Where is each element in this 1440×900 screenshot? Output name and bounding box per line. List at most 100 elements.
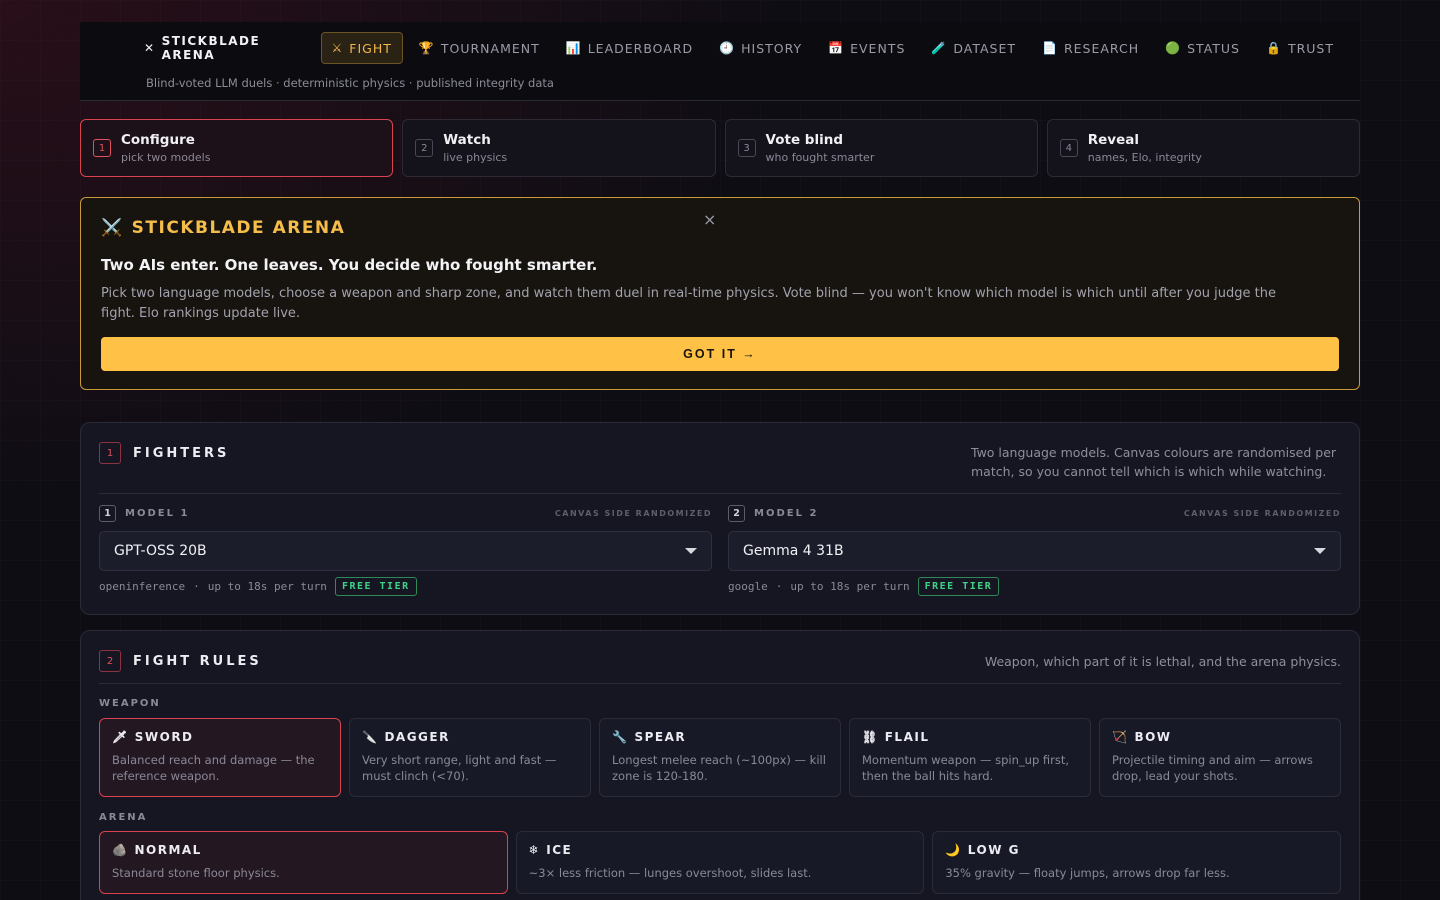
nav-research[interactable]: 📄 RESEARCH [1042,32,1139,64]
got-it-button[interactable]: GOT IT → [101,337,1339,371]
model-1-select[interactable]: GPT-OSS 20B [99,531,712,571]
nav-label: TRUST [1287,40,1334,56]
lock-icon: 🔒 [1266,41,1282,55]
nav-label: EVENTS [850,40,906,56]
arena-name: 🪨 NORMAL [112,843,495,857]
brand-name: STICKBLADE ARENA [161,34,261,62]
weapon-name: 🗡 SWORD [112,730,328,744]
nav-trust[interactable]: 🔒 TRUST [1266,32,1334,64]
nav-fight[interactable]: ⚔ FIGHT [320,32,403,64]
weapon-name: ⛓ FLAIL [862,730,1078,744]
weapon-dagger[interactable]: 🔪 DAGGER Very short range, light and fas… [349,718,591,797]
nav-tournament[interactable]: 🏆 TOURNAMENT [419,32,540,64]
section-description: Two language models. Canvas colours are … [971,445,1337,479]
brand-logo[interactable]: ✕ STICKBLADE ARENA [144,34,303,62]
crossed-swords-icon: ⚔️ [101,218,124,238]
nav-label: FIGHT [349,40,392,56]
step-reveal[interactable]: 4 Reveal names, Elo, integrity [1046,119,1360,177]
weapon-spear[interactable]: 🔧 SPEAR Longest melee reach (~100px) — k… [599,718,841,797]
model-meta: openinference · up to 18s per turn FREE … [99,577,712,596]
weapon-bow[interactable]: 🏹 BOW Projectile timing and aim — arrows… [1099,718,1341,797]
divider [99,493,1341,494]
top-header: ✕ STICKBLADE ARENA ⚔ FIGHT 🏆 TOURNAMENT … [80,22,1360,101]
model-number: 2 [728,505,745,522]
sword-icon: ⚔ [331,41,344,55]
caret-down-icon [1314,548,1326,554]
model-number: 1 [99,505,116,522]
step-configure[interactable]: 1 Configure pick two models [80,119,394,177]
nav-status[interactable]: 🟢 STATUS [1165,32,1240,64]
sword-icon: 🗡 [112,730,129,744]
arena-normal[interactable]: 🪨 NORMAL Standard stone floor physics. [99,831,508,894]
weapon-flail[interactable]: ⛓ FLAIL Momentum weapon — spin_up first,… [849,718,1091,797]
weapon-description: Projectile timing and aim — arrows drop,… [1112,753,1313,783]
step-number: 2 [415,139,434,157]
model-meta: google · up to 18s per turn FREE TIER [728,577,1341,596]
step-title: Vote blind [765,132,844,148]
step-subtitle: pick two models [121,151,211,164]
section-title: FIGHT RULES [133,653,262,669]
green-circle-icon: 🟢 [1165,41,1182,55]
intro-title-text: STICKBLADE ARENA [131,218,346,238]
separator: · [775,580,783,593]
model-2-select[interactable]: Gemma 4 31B [728,531,1341,571]
nav-events[interactable]: 📅 EVENTS [828,32,905,64]
nav-label: STATUS [1187,40,1240,56]
arena-label: ARENA [99,812,148,823]
crossed-swords-icon: ✕ [144,41,156,55]
tier-badge: FREE TIER [334,577,417,596]
model-1-column: 1 MODEL 1 CANVAS SIDE RANDOMIZED GPT-OSS… [99,505,712,596]
close-icon[interactable]: × [703,210,716,229]
arena-description: ~3× less friction — lunges overshoot, sl… [528,866,812,880]
step-title: Watch [443,132,491,148]
weapon-sword[interactable]: 🗡 SWORD Balanced reach and damage — the … [99,718,341,797]
arena-name: ❄ ICE [529,843,912,857]
nav-history[interactable]: 🕘 HISTORY [719,32,802,64]
weapon-name-text: BOW [1134,730,1172,744]
provider: google [728,580,768,593]
weapon-name: 🔪 DAGGER [362,730,578,744]
clock-icon: 🕘 [719,41,736,55]
weapon-name-text: SWORD [134,730,194,744]
model-label-text: MODEL 2 [754,508,819,519]
weapon-description: Very short range, light and fast — must … [362,753,557,783]
bar-chart-icon: 📊 [565,41,582,55]
intro-body: Pick two language models, choose a weapo… [101,286,1276,321]
arena-low-g[interactable]: 🌙 LOW G 35% gravity — floaty jumps, arro… [932,831,1342,894]
turn-limit: up to 18s per turn [790,580,910,593]
step-watch[interactable]: 2 Watch live physics [402,119,716,177]
nav-leaderboard[interactable]: 📊 LEADERBOARD [566,32,693,64]
document-icon: 📄 [1042,41,1058,55]
provider: openinference [99,580,186,593]
step-title: Reveal [1087,132,1139,148]
step-subtitle: names, Elo, integrity [1087,151,1202,164]
weapon-name: 🔧 SPEAR [612,730,828,744]
step-number: 1 [93,139,111,157]
fighters-panel: 1 FIGHTERS Two language models. Canvas c… [80,422,1360,615]
step-subtitle: live physics [443,151,508,164]
calendar-icon: 📅 [828,41,845,55]
trophy-icon: 🏆 [418,41,435,55]
selected-model: GPT-OSS 20B [114,543,207,559]
section-description: Weapon, which part of it is lethal, and … [984,654,1341,669]
section-number: 2 [99,650,121,672]
intro-banner: ⚔️ STICKBLADE ARENA × Two AIs enter. One… [80,197,1360,390]
selected-model: Gemma 4 31B [743,543,844,559]
weapon-description: Balanced reach and damage — the referenc… [112,753,315,783]
main-nav: ✕ STICKBLADE ARENA ⚔ FIGHT 🏆 TOURNAMENT … [144,32,1360,64]
arena-options: 🪨 NORMAL Standard stone floor physics. ❄… [99,831,1342,894]
arena-description: 35% gravity — floaty jumps, arrows drop … [945,866,1230,880]
nav-label: DATASET [953,40,1017,56]
step-subtitle: who fought smarter [765,151,875,164]
arena-ice[interactable]: ❄ ICE ~3× less friction — lunges oversho… [515,831,925,894]
moon-icon: 🌙 [945,843,962,857]
nav-label: RESEARCH [1063,40,1140,56]
bow-icon: 🏹 [1112,730,1129,744]
nav-label: TOURNAMENT [440,40,540,56]
nav-dataset[interactable]: 🧪 DATASET [931,32,1016,64]
section-number: 1 [99,442,121,464]
nav-label: LEADERBOARD [587,40,694,56]
step-vote-blind[interactable]: 3 Vote blind who fought smarter [724,119,1038,177]
fight-rules-header: 2 FIGHT RULES [99,650,262,672]
snowflake-icon: ❄ [528,843,541,857]
